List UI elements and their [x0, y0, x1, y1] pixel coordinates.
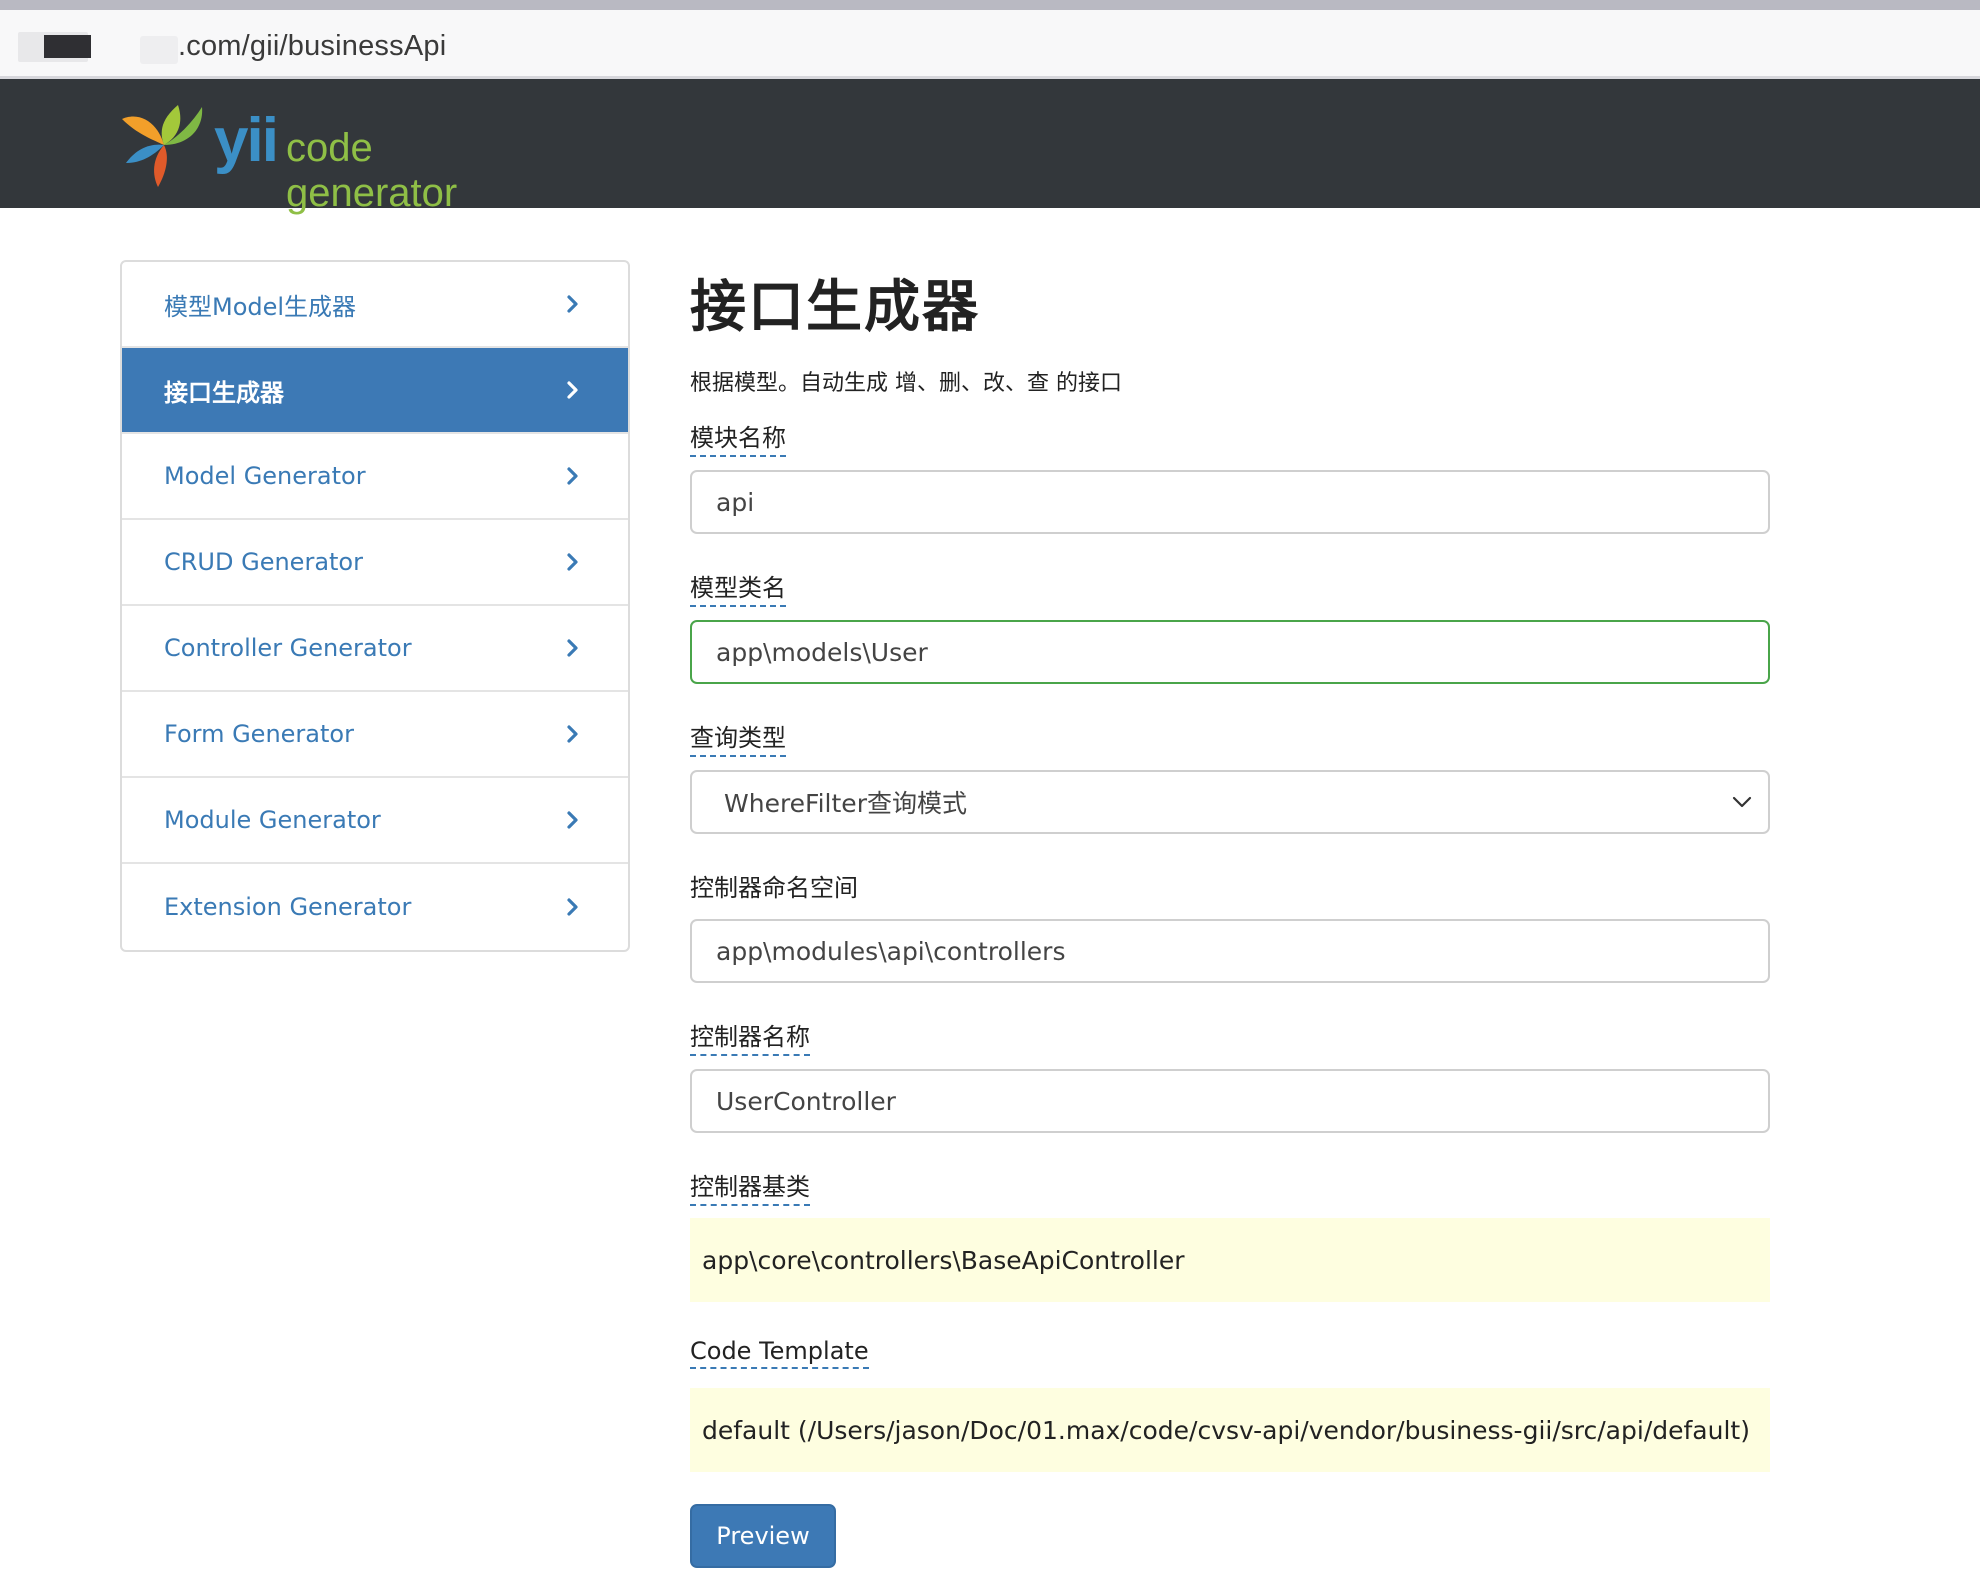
controller-base-label: 控制器基类 [690, 1167, 810, 1206]
controller-namespace-label: 控制器命名空间 [690, 874, 858, 902]
module-name-input[interactable]: api [690, 470, 1770, 534]
controller-namespace-input[interactable]: app\modules\api\controllers [690, 919, 1770, 983]
controller-name-value: UserController [716, 1086, 896, 1116]
chevron-right-icon [567, 467, 578, 485]
redacted-url-segment-2 [140, 36, 178, 64]
sidebar-item-label: Module Generator [164, 806, 381, 834]
chevron-down-icon [1732, 796, 1752, 808]
sidebar-item-label: Model Generator [164, 462, 366, 490]
chevron-right-icon [567, 295, 578, 313]
controller-namespace-value: app\modules\api\controllers [716, 936, 1066, 966]
query-type-select[interactable]: WhereFilter查询模式 [690, 770, 1770, 834]
sidebar-item-label: 接口生成器 [164, 378, 284, 407]
sidebar-item-label: Controller Generator [164, 634, 412, 662]
sidebar-item-label: CRUD Generator [164, 548, 363, 576]
yii-logo[interactable]: yii code generator [118, 101, 538, 215]
chevron-right-icon [567, 553, 578, 571]
sidebar-item-crud-generator[interactable]: CRUD Generator [122, 520, 628, 606]
logo-yii-text: yii [214, 106, 279, 175]
url-text[interactable]: .com/gii/businessApi [178, 30, 446, 63]
controller-base-sticky-value[interactable]: app\core\controllers\BaseApiController [690, 1218, 1770, 1302]
model-class-value: app\models\User [716, 637, 928, 667]
redacted-url-block [44, 35, 91, 58]
main-content: 接口生成器 根据模型。自动生成 增、删、改、查 的接口 [690, 262, 1770, 397]
chevron-right-icon [567, 381, 578, 399]
sidebar-item-model-generator[interactable]: Model Generator [122, 434, 628, 520]
module-name-value: api [716, 487, 755, 517]
model-class-input[interactable]: app\models\User [690, 620, 1770, 684]
page-title: 接口生成器 [690, 275, 980, 340]
chevron-right-icon [567, 639, 578, 657]
logo-code-generator-text: code generator [286, 126, 458, 215]
sidebar-item-api-generator[interactable]: 接口生成器 [122, 348, 628, 434]
sidebar-item-model-cn[interactable]: 模型Model生成器 [122, 262, 628, 348]
code-template-label: Code Template [690, 1337, 869, 1369]
sidebar-item-module-generator[interactable]: Module Generator [122, 778, 628, 864]
page-description: 根据模型。自动生成 增、删、改、查 的接口 [690, 371, 1122, 396]
sidebar-item-label: 模型Model生成器 [164, 292, 357, 321]
chevron-right-icon [567, 898, 578, 916]
chevron-right-icon [567, 811, 578, 829]
sidebar-item-controller-generator[interactable]: Controller Generator [122, 606, 628, 692]
yii-leaf-icon [122, 105, 203, 187]
controller-name-label: 控制器名称 [690, 1017, 810, 1056]
sidebar-nav: 模型Model生成器 接口生成器 Model Generator CRUD Ge… [120, 260, 630, 952]
app-header: yii code generator [0, 79, 1980, 215]
browser-address-bar[interactable]: .com/gii/businessApi [0, 0, 1980, 79]
code-template-sticky-value[interactable]: default (/Users/jason/Doc/01.max/code/cv… [690, 1388, 1770, 1472]
model-class-label: 模型类名 [690, 568, 786, 607]
module-name-label: 模块名称 [690, 418, 786, 457]
sidebar-item-label: Extension Generator [164, 893, 412, 921]
preview-button[interactable]: Preview [690, 1504, 836, 1568]
controller-name-input[interactable]: UserController [690, 1069, 1770, 1133]
sidebar-item-extension-generator[interactable]: Extension Generator [122, 864, 628, 950]
sidebar-item-label: Form Generator [164, 720, 354, 748]
controller-base-value: app\core\controllers\BaseApiController [702, 1245, 1185, 1275]
chevron-right-icon [567, 725, 578, 743]
sidebar-item-form-generator[interactable]: Form Generator [122, 692, 628, 778]
code-template-value: default (/Users/jason/Doc/01.max/code/cv… [702, 1415, 1750, 1445]
query-type-value: WhereFilter查询模式 [724, 789, 967, 818]
query-type-label: 查询类型 [690, 718, 786, 757]
